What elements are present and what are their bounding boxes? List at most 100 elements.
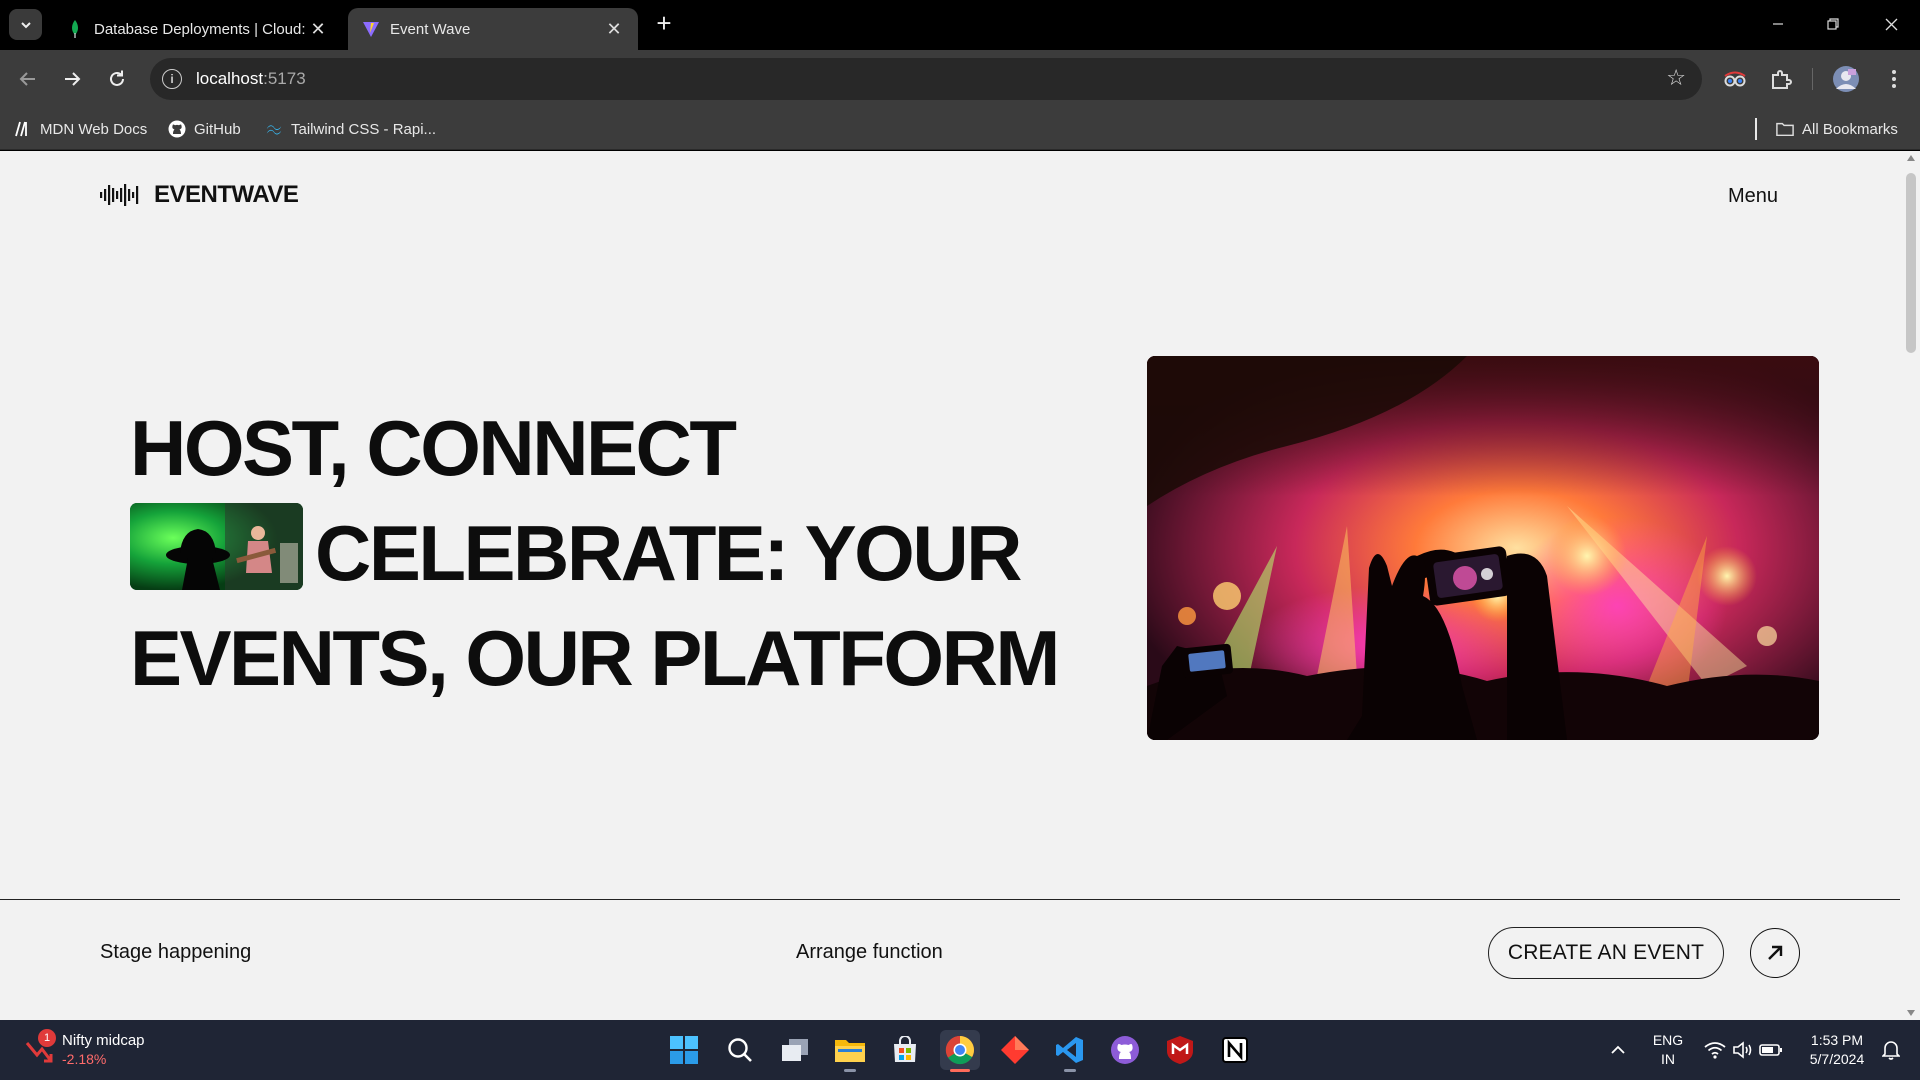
file-explorer-icon — [835, 1040, 865, 1062]
address-bar[interactable]: i localhost:5173 ☆ — [150, 58, 1702, 100]
all-bookmarks-label: All Bookmarks — [1802, 120, 1898, 138]
close-icon — [1885, 18, 1897, 30]
task-view-icon — [782, 1039, 808, 1061]
clock-date: 5/7/2024 — [1809, 1051, 1865, 1067]
vite-icon — [362, 20, 380, 38]
tailwind-icon — [265, 120, 283, 138]
extension-glasses-button[interactable] — [1719, 63, 1751, 95]
stock-widget[interactable]: 1 Nifty midcap -2.18% — [24, 1028, 145, 1067]
menu-button[interactable]: Menu — [1728, 185, 1778, 208]
clock[interactable]: 1:53 PM 5/7/2024 — [1798, 1030, 1876, 1070]
running-indicator — [1064, 1069, 1076, 1072]
volume-button[interactable] — [1728, 1030, 1758, 1070]
site-logo[interactable]: EVENTWAVE — [100, 181, 299, 209]
browser-menu-button[interactable] — [1878, 63, 1910, 95]
back-button[interactable] — [12, 63, 44, 95]
browser-toolbar: i localhost:5173 ☆ — [0, 50, 1920, 108]
scroll-down-icon[interactable] — [1907, 1010, 1915, 1016]
close-window-button[interactable] — [1871, 8, 1911, 40]
chevron-down-icon — [20, 21, 31, 28]
hero-concert-image — [1147, 356, 1819, 740]
arrange-function-label[interactable]: Arrange function — [796, 941, 943, 964]
reload-icon — [110, 70, 124, 86]
file-explorer-button[interactable] — [830, 1030, 870, 1072]
profile-avatar[interactable] — [1830, 63, 1862, 95]
bookmark-mdn[interactable]: MDN Web Docs — [14, 116, 147, 142]
windows-taskbar: 1 Nifty midcap -2.18% ENG IN 1:53 PM 5/7… — [0, 1020, 1920, 1080]
scroll-up-icon[interactable] — [1907, 155, 1915, 161]
running-indicator — [844, 1069, 856, 1072]
url-text: localhost:5173 — [196, 69, 306, 88]
tab-search-button[interactable] — [9, 9, 42, 40]
bookmark-tailwind[interactable]: Tailwind CSS - Rapi... — [265, 116, 436, 142]
new-tab-button[interactable]: + — [652, 10, 676, 36]
microsoft-store-button[interactable] — [885, 1030, 925, 1070]
bookmark-star-icon[interactable]: ☆ — [1666, 67, 1686, 89]
restore-button[interactable] — [1813, 8, 1853, 40]
bookmark-label: MDN Web Docs — [40, 120, 148, 138]
glasses-icon — [1724, 71, 1746, 87]
chrome-button[interactable] — [940, 1030, 980, 1072]
forward-button[interactable] — [56, 63, 88, 95]
close-icon[interactable]: ✕ — [308, 19, 328, 39]
notifications-button[interactable] — [1876, 1030, 1906, 1070]
restore-icon — [1827, 18, 1839, 30]
toolbar-divider — [1812, 68, 1813, 90]
app-icon — [1001, 1036, 1029, 1064]
mcafee-icon — [1167, 1036, 1193, 1064]
folder-icon — [1776, 120, 1794, 138]
bookmark-label: GitHub — [194, 120, 241, 138]
notion-button[interactable] — [1215, 1030, 1255, 1070]
start-button[interactable] — [664, 1030, 704, 1070]
github-desktop-icon — [1111, 1036, 1139, 1064]
mdn-icon — [14, 120, 32, 138]
widget-change: -2.18% — [62, 1051, 107, 1067]
wifi-button[interactable] — [1700, 1030, 1730, 1070]
all-bookmarks-button[interactable]: All Bookmarks — [1776, 116, 1898, 142]
tab-title: Database Deployments | Cloud: — [94, 20, 306, 38]
task-view-button[interactable] — [775, 1030, 815, 1070]
search-button[interactable] — [720, 1030, 760, 1070]
page-scrollbar[interactable] — [1902, 151, 1920, 1020]
tab-event-wave[interactable]: Event Wave ✕ — [348, 8, 638, 50]
speaker-icon — [1733, 1041, 1752, 1059]
reload-button[interactable] — [101, 63, 133, 95]
bookmark-github[interactable]: GitHub — [168, 116, 241, 142]
show-hidden-icons-button[interactable] — [1604, 1030, 1632, 1070]
site-info-icon[interactable]: i — [162, 69, 182, 89]
vscode-icon — [1056, 1037, 1083, 1063]
mcafee-button[interactable] — [1160, 1030, 1200, 1070]
stage-happening-label[interactable]: Stage happening — [100, 941, 251, 964]
hero-line-3: EVENTS, OUR PLATFORM — [130, 614, 1060, 702]
arrow-up-right-icon — [1768, 945, 1783, 960]
github-icon — [168, 120, 186, 138]
microsoft-store-icon — [894, 1036, 916, 1062]
close-icon[interactable]: ✕ — [604, 19, 624, 39]
tab-database-deployments[interactable]: Database Deployments | Cloud: ✕ — [52, 8, 342, 50]
sound-wave-icon — [100, 184, 139, 206]
browser-tab-strip: Database Deployments | Cloud: ✕ Event Wa… — [0, 0, 1920, 50]
widget-name: Nifty midcap — [62, 1032, 145, 1049]
clock-time: 1:53 PM — [1810, 1032, 1864, 1048]
hero-line-1: HOST, CONNECT — [130, 404, 737, 492]
github-desktop-button[interactable] — [1105, 1030, 1145, 1070]
create-event-arrow-button[interactable] — [1750, 928, 1800, 978]
notification-bell-icon — [1882, 1041, 1900, 1060]
tab-title: Event Wave — [390, 20, 471, 38]
scrollbar-thumb[interactable] — [1906, 173, 1916, 353]
extensions-button[interactable] — [1765, 63, 1797, 95]
language-indicator[interactable]: ENG IN — [1646, 1030, 1690, 1070]
battery-button[interactable] — [1756, 1030, 1786, 1070]
search-icon — [728, 1038, 752, 1062]
vscode-button[interactable] — [1050, 1030, 1090, 1072]
region-code: IN — [1661, 1051, 1675, 1067]
red-app-button[interactable] — [995, 1030, 1035, 1070]
kebab-menu-icon — [1892, 70, 1896, 88]
notification-badge: 1 — [38, 1028, 56, 1047]
minimize-icon — [1773, 23, 1783, 25]
wifi-icon — [1704, 1042, 1726, 1059]
bookmarks-bar: MDN Web Docs GitHub Tailwind CSS - Rapi.… — [0, 108, 1920, 150]
avatar-icon — [1833, 66, 1859, 92]
create-event-button[interactable]: CREATE AN EVENT — [1488, 927, 1724, 979]
minimize-button[interactable] — [1758, 8, 1798, 40]
